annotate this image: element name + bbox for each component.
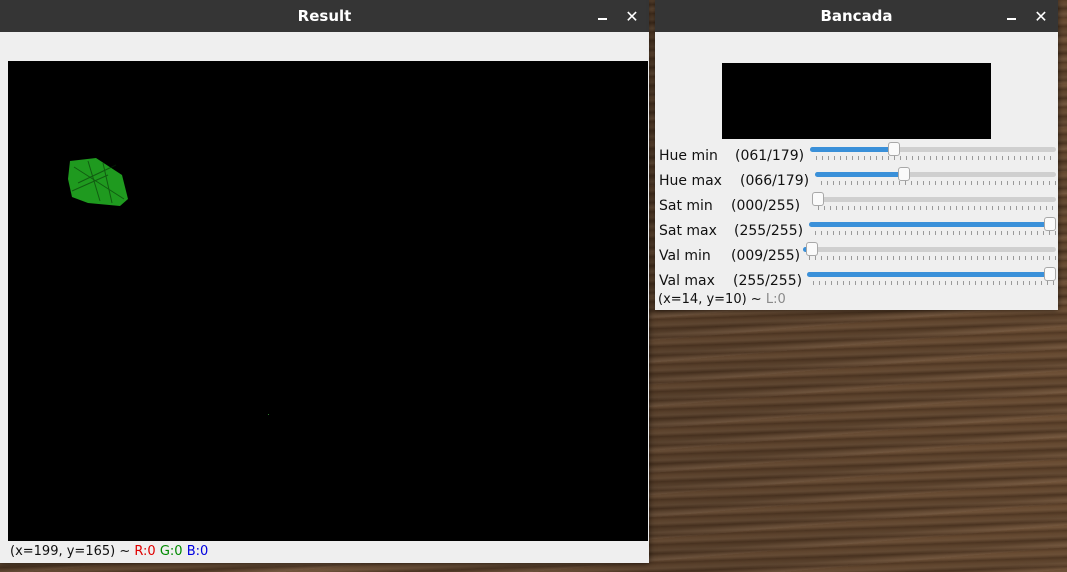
trackbar-ticks: [809, 256, 1056, 260]
trackbar-slider[interactable]: [812, 192, 1056, 206]
trackbar-ticks: [821, 181, 1056, 185]
trackbar-value: (066/179): [740, 173, 810, 189]
noise-pixel: [268, 414, 269, 415]
trackbar-label: Hue max: [659, 173, 722, 189]
status-g: G:0: [159, 544, 183, 559]
trackbar-value: (000/255): [731, 198, 801, 214]
trackbar-sat-min: Sat min (000/255): [659, 192, 1056, 219]
status-coords: (x=14, y=10) ~: [658, 292, 766, 307]
slider-handle[interactable]: [1044, 267, 1056, 281]
bancada-status-bar: (x=14, y=10) ~ L:0: [658, 292, 786, 307]
slider-handle[interactable]: [887, 142, 900, 156]
result-titlebar[interactable]: Result ✕: [0, 0, 649, 32]
bancada-titlebar[interactable]: Bancada ✕: [655, 0, 1058, 32]
minimize-icon[interactable]: [591, 5, 613, 27]
bancada-title: Bancada: [820, 7, 893, 25]
status-r: R:0: [134, 544, 156, 559]
result-toolbar: [8, 33, 648, 62]
trackbar-ticks: [818, 206, 1056, 210]
bancada-window: Bancada ✕ Hue min (061/179) Hue max (066…: [655, 0, 1058, 310]
result-status-bar: (x=199, y=165) ~ R:0 G:0 B:0: [8, 541, 648, 563]
minimize-icon[interactable]: [1000, 5, 1022, 27]
trackbar-sat-max: Sat max (255/255): [659, 217, 1056, 244]
result-title: Result: [297, 7, 352, 25]
trackbar-slider[interactable]: [809, 217, 1056, 231]
trackbar-hue-min: Hue min (061/179): [659, 142, 1056, 169]
trackbar-slider[interactable]: [815, 167, 1056, 181]
result-image-canvas[interactable]: [8, 61, 648, 541]
status-b: B:0: [186, 544, 209, 559]
status-l: L:0: [765, 292, 786, 307]
trackbar-value: (009/255): [731, 248, 801, 264]
trackbar-label: Sat max: [659, 223, 717, 239]
trackbar-value: (255/255): [733, 273, 803, 289]
close-icon[interactable]: ✕: [621, 5, 643, 27]
trackbar-value: (255/255): [734, 223, 804, 239]
trackbar-label: Val max: [659, 273, 715, 289]
slider-handle[interactable]: [897, 167, 910, 181]
trackbar-ticks: [815, 231, 1056, 235]
trackbar-slider[interactable]: [803, 242, 1056, 256]
trackbar-val-max: Val max (255/255): [659, 267, 1056, 294]
trackbar-slider[interactable]: [810, 142, 1056, 156]
trackbar-label: Sat min: [659, 198, 713, 214]
trackbar-ticks: [816, 156, 1056, 160]
trackbar-hue-max: Hue max (066/179): [659, 167, 1056, 194]
bancada-preview-image[interactable]: [722, 63, 991, 139]
slider-handle[interactable]: [805, 242, 818, 256]
slider-handle[interactable]: [1044, 217, 1056, 231]
result-window: Result ✕ (x=199, y=165) ~ R:0 G:0 B:0: [0, 0, 649, 563]
trackbar-val-min: Val min (009/255): [659, 242, 1056, 269]
result-image: [68, 158, 269, 415]
trackbar-ticks: [813, 281, 1056, 285]
trackbar-slider[interactable]: [807, 267, 1056, 281]
trackbar-label: Hue min: [659, 148, 718, 164]
close-icon[interactable]: ✕: [1030, 5, 1052, 27]
slider-handle[interactable]: [812, 192, 824, 206]
status-coords: (x=199, y=165) ~: [10, 544, 135, 559]
trackbar-label: Val min: [659, 248, 711, 264]
trackbar-value: (061/179): [735, 148, 805, 164]
